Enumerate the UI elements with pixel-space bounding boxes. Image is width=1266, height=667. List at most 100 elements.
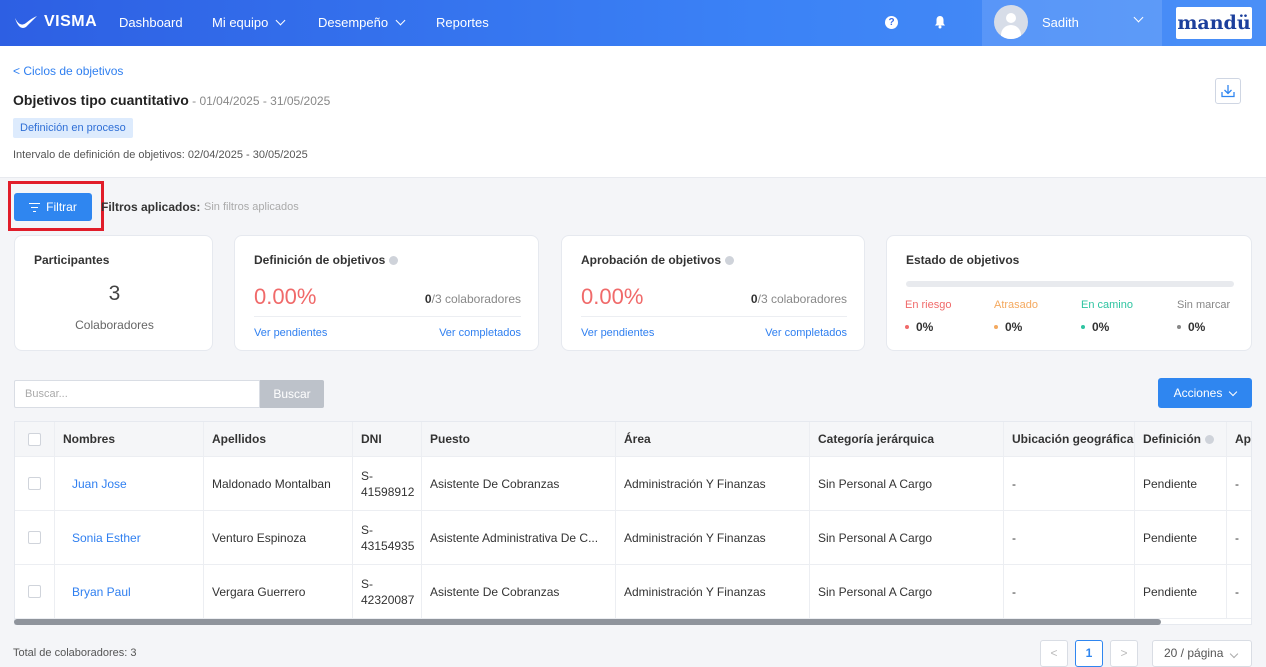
page-1-button[interactable]: 1 — [1075, 640, 1103, 667]
download-button[interactable] — [1215, 78, 1241, 104]
approval-completed-link[interactable]: Ver completados — [765, 327, 847, 339]
table-row: Bryan Paul Vergara Guerrero S- 42320087 A… — [15, 565, 1251, 619]
state-delayed-label: Atrasado — [994, 299, 1039, 311]
row-dni: S- 43154935 — [352, 511, 421, 564]
status-badge: Definición en proceso — [13, 118, 133, 138]
page-header: < Ciclos de objetivos Objetivos tipo cua… — [0, 46, 1266, 178]
page-title: Objetivos tipo cuantitativo - 01/04/2025… — [13, 92, 331, 108]
definition-completed-link[interactable]: Ver completados — [439, 327, 521, 339]
row-approval: - — [1226, 565, 1251, 618]
status-progress-bar — [906, 281, 1234, 287]
nav-dashboard[interactable]: Dashboard — [119, 15, 183, 30]
table-horizontal-scrollbar[interactable] — [14, 619, 1161, 625]
approval-percent: 0.00% — [581, 284, 644, 309]
definition-pending-link[interactable]: Ver pendientes — [254, 327, 327, 339]
prev-page-button[interactable]: < — [1040, 640, 1068, 667]
approval-pending-link[interactable]: Ver pendientes — [581, 327, 654, 339]
state-on-track-value: 0% — [1081, 320, 1109, 334]
filter-button[interactable]: Filtrar — [14, 193, 92, 221]
nav-desempeno[interactable]: Desempeño — [318, 15, 406, 30]
column-header[interactable]: Ubicación geográfica — [1003, 422, 1134, 456]
row-category: Sin Personal A Cargo — [809, 511, 1003, 564]
row-last-name: Vergara Guerrero — [203, 565, 352, 618]
filters-applied-label: Filtros aplicados: — [101, 200, 201, 214]
card-title: Participantes — [34, 253, 110, 267]
row-definition: Pendiente — [1134, 511, 1226, 564]
state-on-track-label: En camino — [1081, 299, 1133, 311]
column-header[interactable]: Ap — [1226, 422, 1251, 456]
search-button[interactable]: Buscar — [260, 380, 324, 408]
row-location: - — [1003, 565, 1134, 618]
nav-reportes[interactable]: Reportes — [436, 15, 489, 30]
state-delayed-value: 0% — [994, 320, 1022, 334]
back-to-cycles-link[interactable]: < Ciclos de objetivos — [13, 64, 123, 78]
state-unmarked-value: 0% — [1177, 320, 1205, 334]
state-unmarked-label: Sin marcar — [1177, 299, 1231, 311]
row-category: Sin Personal A Cargo — [809, 457, 1003, 510]
column-header[interactable]: Definición — [1134, 422, 1226, 456]
top-navbar: VISMA Dashboard Mi equipo Desempeño Repo… — [0, 0, 1266, 46]
row-first-name[interactable]: Bryan Paul — [54, 565, 203, 618]
definition-interval: Intervalo de definición de objetivos: 02… — [13, 149, 308, 161]
row-last-name: Maldonado Montalban — [203, 457, 352, 510]
chevron-down-icon — [275, 15, 286, 26]
participants-count: 3 — [108, 282, 121, 305]
date-range: - 01/04/2025 - 31/05/2025 — [188, 94, 331, 108]
row-checkbox[interactable] — [28, 531, 41, 544]
user-menu[interactable]: Sadith — [982, 0, 1162, 46]
table-row: Juan Jose Maldonado Montalban S- 41598912… — [15, 457, 1251, 511]
column-header[interactable]: DNI — [352, 422, 421, 456]
row-checkbox[interactable] — [28, 585, 41, 598]
card-title: Aprobación de objetivos — [581, 253, 735, 267]
row-approval: - — [1226, 511, 1251, 564]
info-icon[interactable] — [725, 256, 735, 265]
row-definition: Pendiente — [1134, 457, 1226, 510]
visma-logo[interactable]: VISMA — [14, 13, 97, 31]
definition-percent: 0.00% — [254, 284, 317, 309]
row-location: - — [1003, 457, 1134, 510]
row-position: Asistente De Cobranzas — [421, 457, 615, 510]
search-input[interactable] — [14, 380, 260, 408]
row-dni: S- 41598912 — [352, 457, 421, 510]
nav-mi-equipo[interactable]: Mi equipo — [212, 15, 286, 30]
select-all-checkbox[interactable] — [28, 432, 41, 446]
visma-logo-icon — [15, 16, 37, 28]
row-first-name[interactable]: Sonia Esther — [54, 511, 203, 564]
row-location: - — [1003, 511, 1134, 564]
column-header[interactable]: Apellidos — [203, 422, 352, 456]
row-dni: S- 42320087 — [352, 565, 421, 618]
chevron-down-icon — [1230, 649, 1239, 659]
info-icon[interactable] — [1205, 434, 1215, 444]
next-page-button[interactable]: > — [1110, 640, 1138, 667]
chevron-down-icon — [1229, 387, 1238, 396]
row-checkbox[interactable] — [28, 477, 41, 490]
approval-card: Aprobación de objetivos 0.00% 0/3 colabo… — [561, 235, 865, 351]
brand-name: VISMA — [44, 13, 98, 30]
state-at-risk-label: En riesgo — [905, 299, 952, 311]
page-size-select[interactable]: 20 / página — [1152, 640, 1252, 667]
row-last-name: Venturo Espinoza — [203, 511, 352, 564]
row-area: Administración Y Finanzas — [615, 565, 809, 618]
download-icon — [1221, 85, 1235, 98]
column-header[interactable]: Área — [615, 422, 809, 456]
chevron-down-icon — [1133, 12, 1144, 23]
column-header[interactable]: Nombres — [54, 422, 203, 456]
row-definition: Pendiente — [1134, 565, 1226, 618]
chevron-down-icon — [395, 15, 406, 26]
user-name: Sadith — [1042, 15, 1079, 30]
row-first-name[interactable]: Juan Jose — [54, 457, 203, 510]
filters-applied-value: Sin filtros aplicados — [204, 201, 299, 213]
actions-button[interactable]: Acciones — [1158, 378, 1252, 408]
row-approval: - — [1226, 457, 1251, 510]
participants-caption: Colaboradores — [75, 318, 154, 332]
help-icon[interactable]: ? — [885, 16, 898, 29]
info-icon[interactable] — [389, 256, 399, 265]
table-header: Nombres Apellidos DNI Puesto Área Catego… — [15, 422, 1251, 457]
mandu-logo: mandü — [1176, 7, 1252, 39]
row-position: Asistente Administrativa De C... — [421, 511, 615, 564]
column-header[interactable]: Puesto — [421, 422, 615, 456]
bell-icon[interactable] — [934, 15, 946, 29]
card-title: Estado de objetivos — [906, 253, 1020, 267]
column-header[interactable]: Categoría jerárquica — [809, 422, 1003, 456]
objective-status-card: Estado de objetivos En riesgo 0% Atrasad… — [886, 235, 1252, 351]
